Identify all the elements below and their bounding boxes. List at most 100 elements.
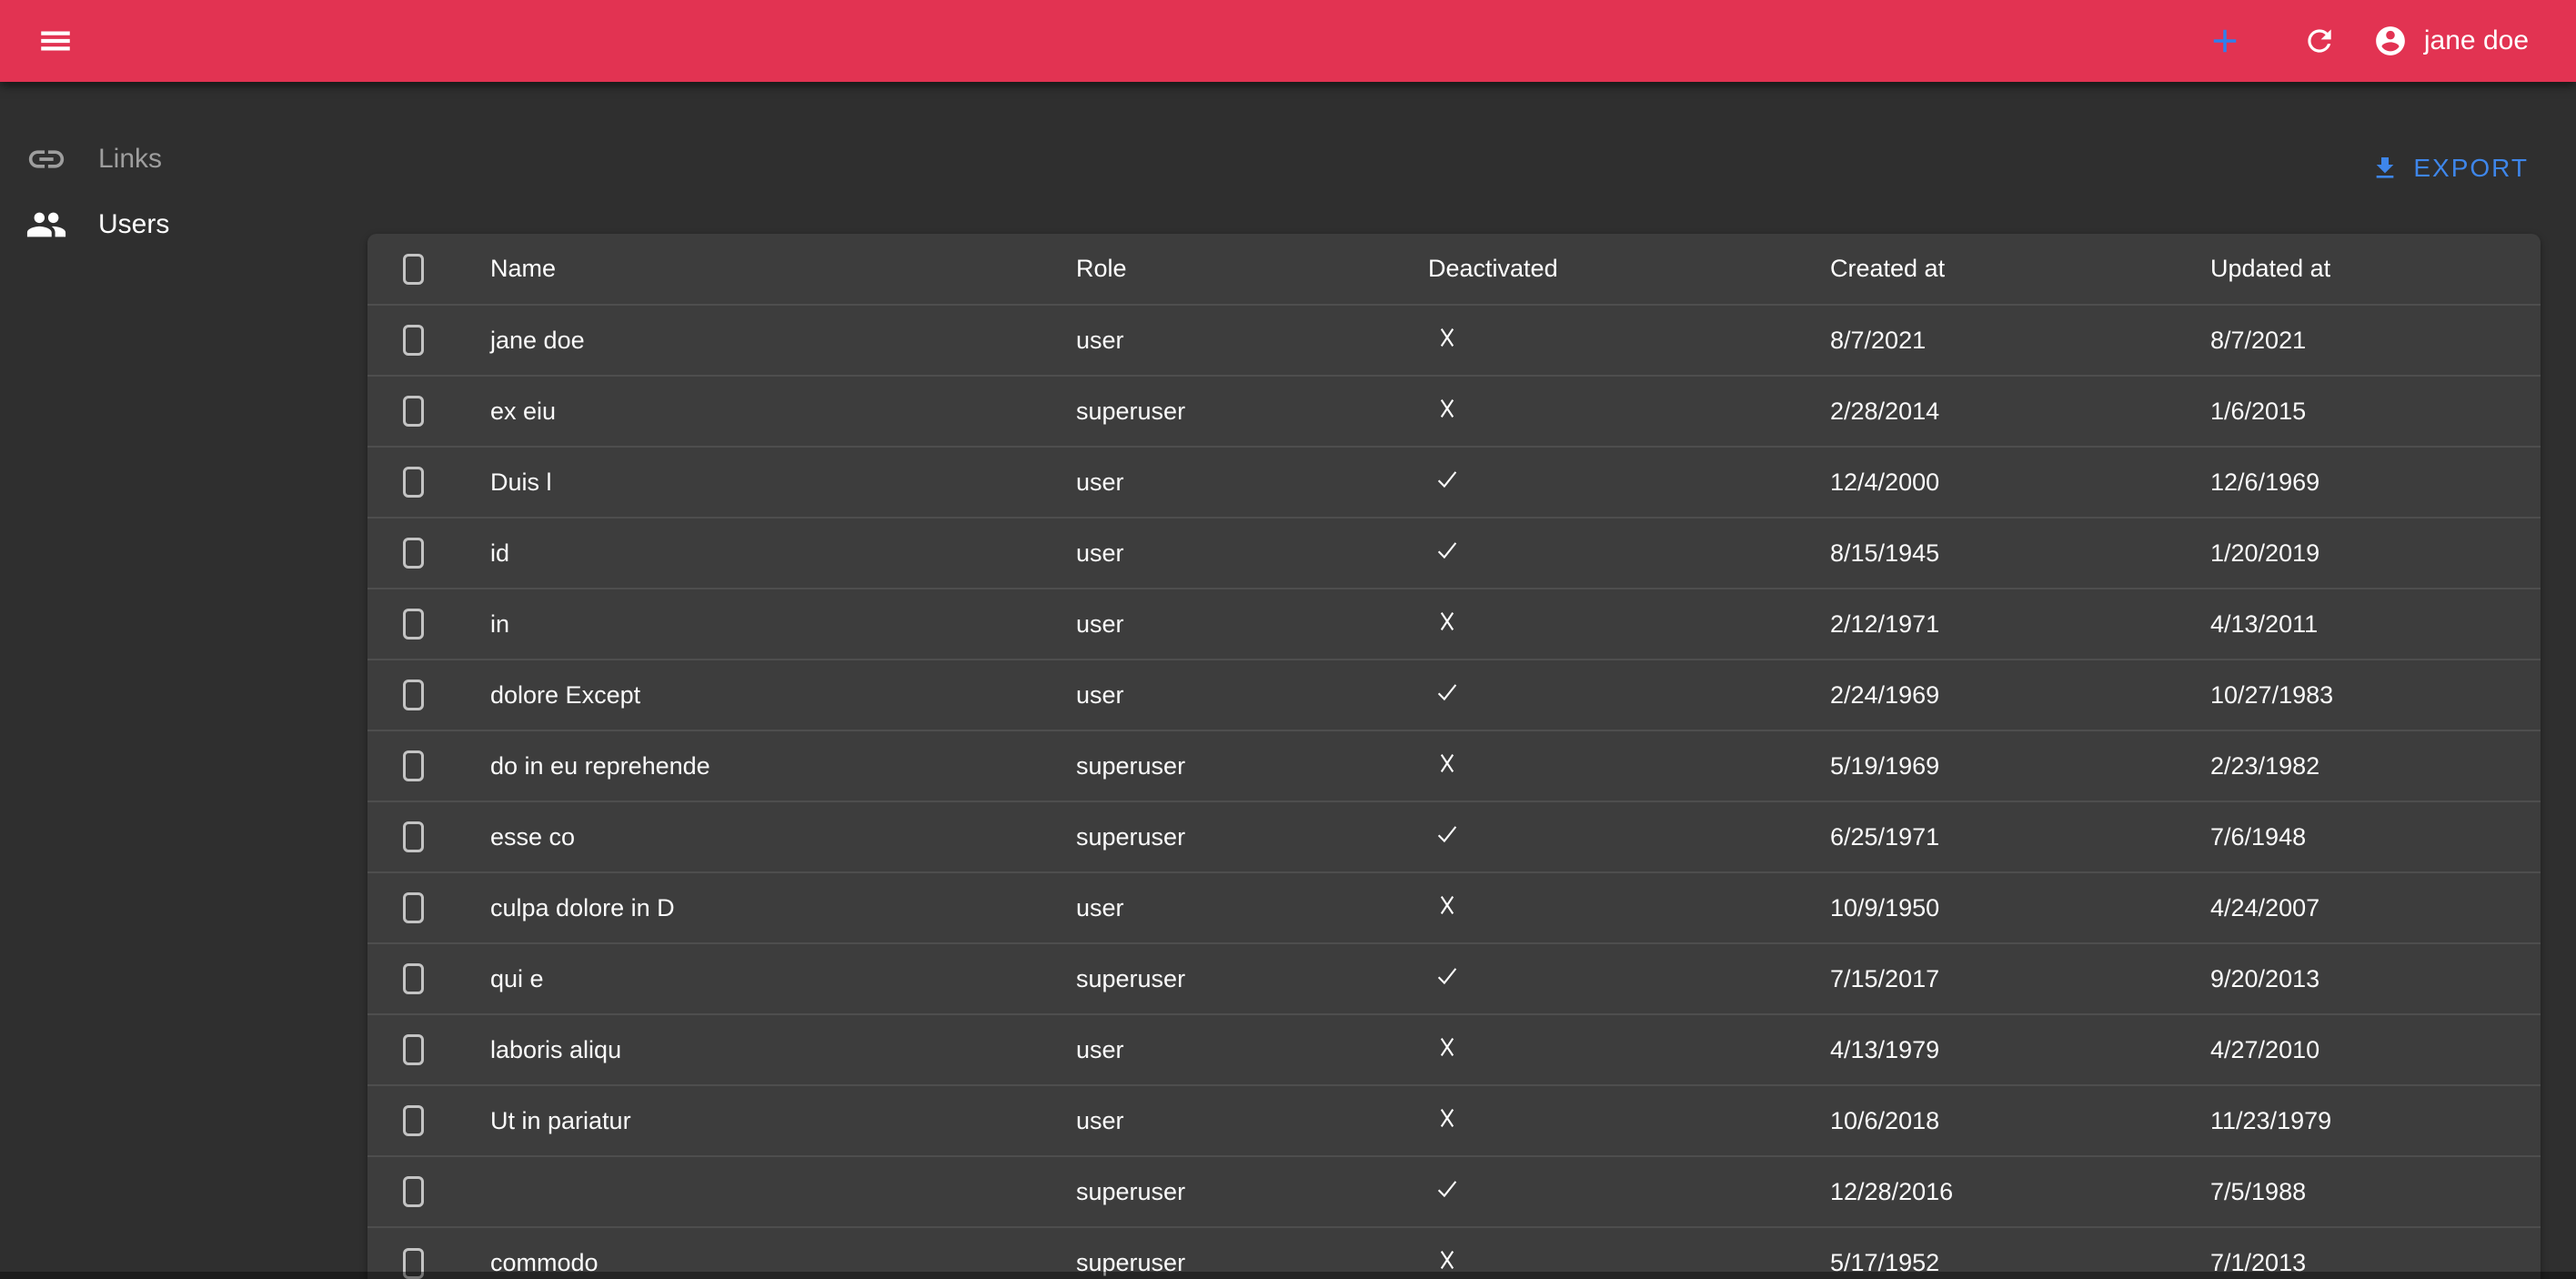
close-icon: [1434, 324, 1461, 351]
row-checkbox[interactable]: [403, 680, 424, 710]
close-icon: [1434, 1033, 1461, 1061]
cell-created-at: 2/24/1969: [1828, 660, 2209, 730]
cell-role: user: [1074, 447, 1426, 518]
table-row[interactable]: jane doe user 8/7/2021 8/7/2021: [367, 305, 2541, 376]
cell-role: user: [1074, 1085, 1426, 1156]
cell-updated-at: 4/27/2010: [2209, 1014, 2541, 1085]
app-screen: jane doe Links Users EXPORT: [0, 0, 2576, 1279]
cell-deactivated: [1426, 447, 1828, 518]
table-row[interactable]: Ut in pariatur user 10/6/2018 11/23/1979: [367, 1085, 2541, 1156]
table-row[interactable]: id user 8/15/1945 1/20/2019: [367, 518, 2541, 589]
check-icon: [1434, 1175, 1461, 1203]
cell-deactivated: [1426, 589, 1828, 660]
column-header-role[interactable]: Role: [1074, 234, 1426, 305]
cell-role: superuser: [1074, 1156, 1426, 1227]
menu-button[interactable]: [36, 22, 75, 60]
cell-role: user: [1074, 305, 1426, 376]
table-row[interactable]: culpa dolore in D user 10/9/1950 4/24/20…: [367, 872, 2541, 943]
cell-created-at: 7/15/2017: [1828, 943, 2209, 1014]
row-checkbox[interactable]: [403, 325, 424, 356]
row-checkbox[interactable]: [403, 821, 424, 852]
cell-name: Ut in pariatur: [488, 1085, 1074, 1156]
table-row[interactable]: laboris aliqu user 4/13/1979 4/27/2010: [367, 1014, 2541, 1085]
plus-icon: [2206, 22, 2244, 60]
check-icon: [1434, 537, 1461, 564]
column-header-name[interactable]: Name: [488, 234, 1074, 305]
users-table-card: Name Role Deactivated Created at Updated…: [367, 234, 2541, 1279]
table-row[interactable]: ex eiu superuser 2/28/2014 1/6/2015: [367, 376, 2541, 447]
export-button-label: EXPORT: [2413, 154, 2529, 183]
cell-name: qui e: [488, 943, 1074, 1014]
column-header-deactivated[interactable]: Deactivated: [1426, 234, 1828, 305]
cell-deactivated: [1426, 943, 1828, 1014]
row-checkbox[interactable]: [403, 467, 424, 498]
table-row[interactable]: do in eu reprehende superuser 5/19/1969 …: [367, 730, 2541, 801]
column-header-updated-at[interactable]: Updated at: [2209, 234, 2541, 305]
users-table-body: jane doe user 8/7/2021 8/7/2021 ex eiu s…: [367, 305, 2541, 1279]
create-button[interactable]: [2206, 22, 2244, 60]
cell-created-at: 4/13/1979: [1828, 1014, 2209, 1085]
cell-role: superuser: [1074, 943, 1426, 1014]
close-icon: [1434, 395, 1461, 422]
sidebar-item-links[interactable]: Links: [0, 126, 346, 192]
cell-updated-at: 2/23/1982: [2209, 730, 2541, 801]
row-checkbox[interactable]: [403, 538, 424, 569]
cell-updated-at: 7/5/1988: [2209, 1156, 2541, 1227]
cell-deactivated: [1426, 518, 1828, 589]
row-checkbox[interactable]: [403, 892, 424, 923]
cell-updated-at: 1/20/2019: [2209, 518, 2541, 589]
row-checkbox[interactable]: [403, 396, 424, 427]
column-header-created-at[interactable]: Created at: [1828, 234, 2209, 305]
account-button[interactable]: [2373, 24, 2408, 58]
table-row[interactable]: Duis l user 12/4/2000 12/6/1969: [367, 447, 2541, 518]
close-icon: [1434, 891, 1461, 919]
row-checkbox[interactable]: [403, 1034, 424, 1065]
link-icon: [25, 138, 67, 180]
cell-created-at: 10/9/1950: [1828, 872, 2209, 943]
row-checkbox[interactable]: [403, 750, 424, 781]
cell-role: user: [1074, 1014, 1426, 1085]
cell-updated-at: 4/24/2007: [2209, 872, 2541, 943]
sidebar-item-label: Links: [98, 144, 162, 175]
table-header-row: Name Role Deactivated Created at Updated…: [367, 234, 2541, 305]
users-table: Name Role Deactivated Created at Updated…: [367, 234, 2541, 1279]
cell-role: superuser: [1074, 730, 1426, 801]
cell-deactivated: [1426, 660, 1828, 730]
cell-deactivated: [1426, 1085, 1828, 1156]
cell-created-at: 8/15/1945: [1828, 518, 2209, 589]
row-checkbox[interactable]: [403, 1105, 424, 1136]
cell-updated-at: 11/23/1979: [2209, 1085, 2541, 1156]
table-row[interactable]: qui e superuser 7/15/2017 9/20/2013: [367, 943, 2541, 1014]
account-circle-icon: [2373, 24, 2408, 58]
check-icon: [1434, 962, 1461, 990]
table-row[interactable]: esse co superuser 6/25/1971 7/6/1948: [367, 801, 2541, 872]
cell-role: user: [1074, 660, 1426, 730]
user-name-label: jane doe: [2424, 25, 2529, 56]
bottom-shade: [0, 1272, 2576, 1279]
sidebar-item-users[interactable]: Users: [0, 192, 346, 257]
table-row[interactable]: superuser 12/28/2016 7/5/1988: [367, 1156, 2541, 1227]
close-icon: [1434, 1246, 1461, 1274]
table-row[interactable]: dolore Except user 2/24/1969 10/27/1983: [367, 660, 2541, 730]
cell-deactivated: [1426, 872, 1828, 943]
cell-name: laboris aliqu: [488, 1014, 1074, 1085]
cell-name: ex eiu: [488, 376, 1074, 447]
export-button[interactable]: EXPORT: [2370, 144, 2529, 193]
cell-role: superuser: [1074, 376, 1426, 447]
table-row[interactable]: in user 2/12/1971 4/13/2011: [367, 589, 2541, 660]
close-icon: [1434, 608, 1461, 635]
refresh-button[interactable]: [2302, 24, 2337, 58]
cell-updated-at: 4/13/2011: [2209, 589, 2541, 660]
cell-name: in: [488, 589, 1074, 660]
row-checkbox[interactable]: [403, 963, 424, 994]
cell-deactivated: [1426, 801, 1828, 872]
cell-updated-at: 9/20/2013: [2209, 943, 2541, 1014]
row-checkbox[interactable]: [403, 609, 424, 640]
cell-name: dolore Except: [488, 660, 1074, 730]
refresh-icon: [2302, 24, 2337, 58]
select-all-checkbox[interactable]: [403, 254, 424, 285]
cell-updated-at: 8/7/2021: [2209, 305, 2541, 376]
cell-created-at: 6/25/1971: [1828, 801, 2209, 872]
row-checkbox[interactable]: [403, 1176, 424, 1207]
cell-created-at: 12/4/2000: [1828, 447, 2209, 518]
